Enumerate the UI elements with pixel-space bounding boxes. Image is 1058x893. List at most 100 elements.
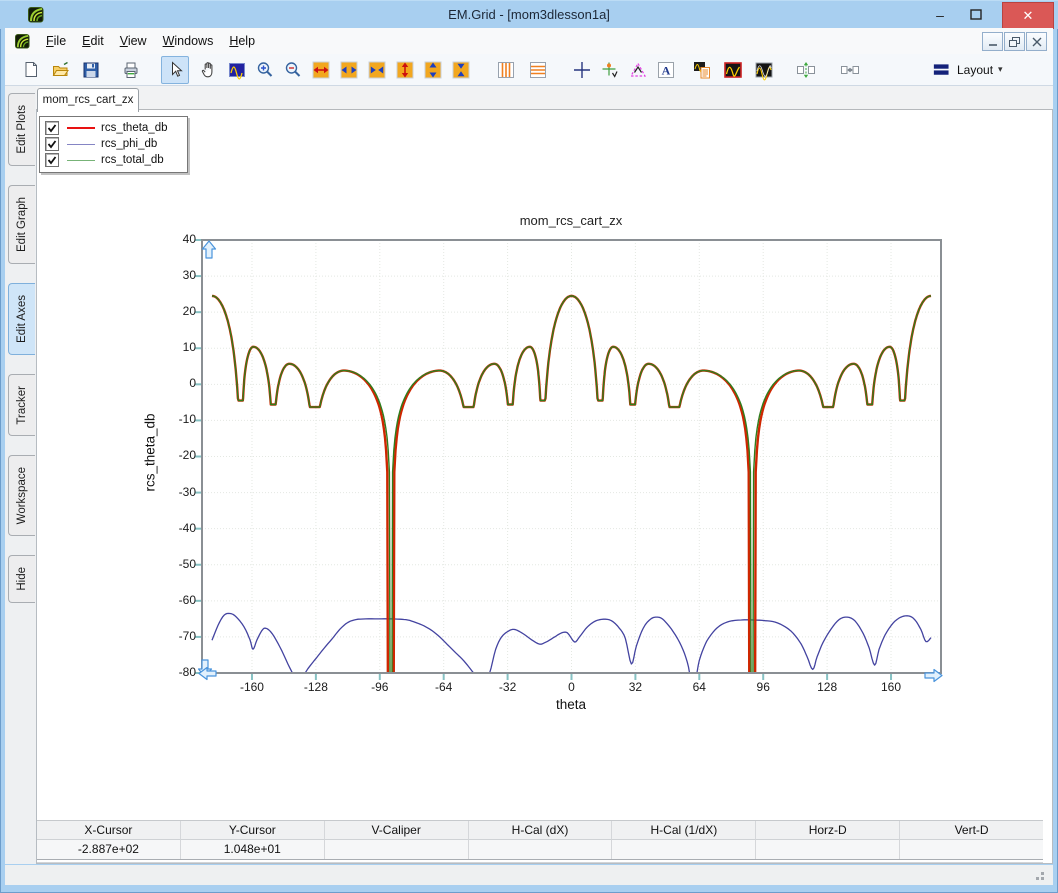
x-tick-label: 160	[869, 680, 913, 694]
crosshair-button[interactable]	[568, 56, 596, 84]
new-file-button[interactable]	[17, 56, 45, 84]
zoom-window-icon	[226, 59, 248, 81]
legend-checkbox-rcs_phi_db[interactable]	[45, 137, 59, 151]
mdi-restore-button[interactable]	[1004, 32, 1025, 51]
status-header-cell: Vert-D	[900, 821, 1043, 840]
vertical-grid-icon	[495, 59, 517, 81]
chart-title: mom_rcs_cart_zx	[471, 213, 671, 228]
y-tick-label: 30	[151, 268, 196, 282]
plot-document-area[interactable]	[36, 86, 1053, 864]
status-header-cell: H-Cal (1/dX)	[612, 821, 756, 840]
menu-windows[interactable]: Windows	[155, 34, 222, 48]
open-file-button[interactable]	[47, 56, 75, 84]
expand-y-button[interactable]	[391, 56, 419, 84]
x-axis-label: theta	[531, 697, 611, 712]
x-tick-label: 128	[805, 680, 849, 694]
mdi-minimize-button[interactable]	[982, 32, 1003, 51]
zoom-in-button[interactable]	[251, 56, 279, 84]
status-value-cell	[756, 840, 900, 860]
legend-box[interactable]: rcs_theta_dbrcs_phi_dbrcs_total_db	[39, 116, 188, 173]
match-width-icon	[839, 59, 861, 81]
expand-y-icon	[394, 59, 416, 81]
legend-checkbox-rcs_total_db[interactable]	[45, 153, 59, 167]
zoom-out-button[interactable]	[279, 56, 307, 84]
expand-x-button[interactable]	[307, 56, 335, 84]
tracker-icon	[599, 59, 621, 81]
horizontal-grid-icon	[527, 59, 549, 81]
status-header-cell: X-Cursor	[37, 821, 181, 840]
app-window: EM.Grid - [mom3dlesson1a] – ✕ FileEditVi…	[0, 0, 1058, 893]
horizontal-grid-button[interactable]	[524, 56, 552, 84]
mdi-close-button[interactable]	[1026, 32, 1047, 51]
x-tick-label: 64	[677, 680, 721, 694]
svg-text:A: A	[662, 63, 671, 77]
window-title: EM.Grid - [mom3dlesson1a]	[0, 1, 1058, 28]
status-value-cell	[325, 840, 469, 860]
pan-hand-button[interactable]	[195, 56, 223, 84]
y-tick-label: -40	[151, 521, 196, 535]
y-tick-label: -80	[151, 665, 196, 679]
check-icon	[46, 154, 58, 166]
resize-grip[interactable]	[1033, 869, 1045, 881]
plot-report-button[interactable]	[688, 56, 716, 84]
title-bar[interactable]: EM.Grid - [mom3dlesson1a] – ✕	[0, 0, 1058, 29]
x-tick-label: -160	[230, 680, 274, 694]
edit-curve-button[interactable]	[719, 56, 747, 84]
print-button[interactable]	[117, 56, 145, 84]
compress-y-button[interactable]	[447, 56, 475, 84]
legend-row: rcs_phi_db	[40, 136, 187, 152]
open-file-icon	[50, 59, 72, 81]
sidebar-tab-workspace[interactable]: Workspace	[8, 455, 35, 536]
status-value-cell	[900, 840, 1043, 860]
caliper-icon	[627, 59, 649, 81]
sidebar-tab-hide[interactable]: Hide	[8, 555, 35, 603]
maximize-button[interactable]	[960, 4, 992, 25]
select-pointer-button[interactable]	[161, 56, 189, 84]
pan-hand-icon	[198, 59, 220, 81]
legend-checkbox-rcs_theta_db[interactable]	[45, 121, 59, 135]
caliper-button[interactable]	[624, 56, 652, 84]
crosshair-icon	[571, 59, 593, 81]
x-tick-label: 0	[550, 680, 594, 694]
x-tick-label: -64	[422, 680, 466, 694]
save-file-button[interactable]	[77, 56, 105, 84]
close-button[interactable]: ✕	[1002, 2, 1054, 29]
sidebar-tab-edit-graph[interactable]: Edit Graph	[8, 185, 35, 264]
document-tab-bar	[36, 86, 1053, 110]
menu-file[interactable]: File	[38, 34, 74, 48]
window-status-strip	[5, 865, 1053, 885]
sidebar-tab-label: Tracker	[16, 386, 28, 425]
vertical-grid-button[interactable]	[492, 56, 520, 84]
menu-help[interactable]: Help	[221, 34, 263, 48]
legend-row: rcs_total_db	[40, 152, 187, 168]
stretch-y-button[interactable]	[419, 56, 447, 84]
sidebar-tab-edit-axes[interactable]: Edit Axes	[8, 283, 35, 355]
x-tick-label: -128	[294, 680, 338, 694]
stretch-x-button[interactable]	[335, 56, 363, 84]
zoom-window-button[interactable]	[223, 56, 251, 84]
match-width-button[interactable]	[836, 56, 864, 84]
document-tab[interactable]: mom_rcs_cart_zx	[37, 88, 139, 112]
layout-menu-button[interactable]: Layout▾	[926, 56, 1010, 84]
sidebar-tab-edit-plots[interactable]: Edit Plots	[8, 93, 35, 166]
edit-curves-button[interactable]	[750, 56, 778, 84]
sidebar-tab-tracker[interactable]: Tracker	[8, 374, 35, 437]
menu-bar: FileEditViewWindowsHelp	[5, 28, 1053, 55]
status-header-cell: H-Cal (dX)	[469, 821, 613, 840]
compress-x-icon	[366, 59, 388, 81]
mdi-close-icon	[1029, 35, 1045, 49]
sidebar-tab-label: Workspace	[16, 467, 28, 524]
app-logo-icon-small	[15, 34, 30, 49]
sidebar-tab-label: Edit Plots	[16, 105, 28, 154]
sidebar-tab-label: Edit Axes	[16, 295, 28, 343]
toolbar: A Layout▾	[5, 54, 1053, 86]
stretch-y-icon	[422, 59, 444, 81]
menu-edit[interactable]: Edit	[74, 34, 112, 48]
edit-curves-icon	[753, 59, 775, 81]
text-annotation-button[interactable]: A	[652, 56, 680, 84]
match-height-button[interactable]	[792, 56, 820, 84]
menu-view[interactable]: View	[112, 34, 155, 48]
minimize-button[interactable]: –	[925, 4, 955, 25]
compress-x-button[interactable]	[363, 56, 391, 84]
tracker-button[interactable]	[596, 56, 624, 84]
